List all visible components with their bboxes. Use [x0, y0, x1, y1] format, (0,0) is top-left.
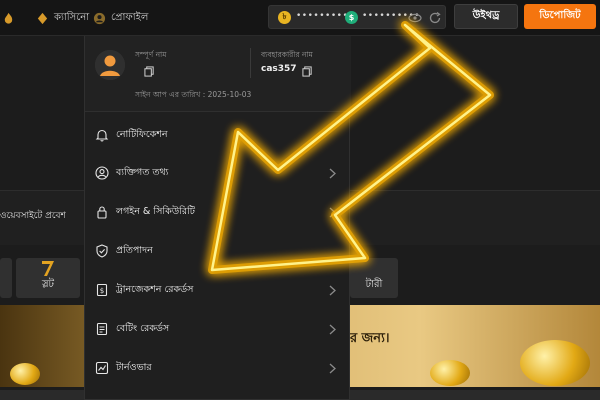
menu-label-verification: প্রতিপাদন [116, 244, 153, 256]
flame-icon [4, 12, 13, 24]
menu-label-personal-info: ব্যক্তিগত তথ্য [116, 166, 169, 178]
shield-check-icon [96, 244, 108, 258]
nav-item-casino[interactable]: ক্যাসিনো [36, 9, 89, 27]
category-label-slot: স্লট [41, 279, 55, 290]
nav-label-profile: প্রোফাইল [111, 11, 149, 23]
top-navigation-bar: ক্যাসিনো প্রোফাইল ৳ •••••••••• $ •••••••… [0, 0, 600, 36]
profile-icon [93, 12, 106, 24]
menu-item-betting-records[interactable]: বেটিং রেকর্ডস [85, 310, 351, 348]
copy-username-icon[interactable] [302, 66, 313, 77]
nav-item-profile[interactable]: প্রোফাইল [93, 9, 148, 27]
category-card-slot[interactable]: স্লট [16, 258, 80, 298]
wallet-balance-box: ৳ •••••••••• $ •••••••••• [268, 5, 446, 29]
transaction-icon: $ [96, 283, 108, 297]
refresh-icon[interactable] [428, 11, 442, 25]
menu-label-notifications: নোটিফিকেশন [116, 128, 168, 140]
username-value: cas357 [261, 64, 297, 74]
category-card-partial[interactable] [0, 258, 12, 298]
fullname-label: সম্পূর্ণ নাম [135, 50, 167, 59]
chevron-right-icon [329, 324, 336, 334]
marquee-text: ওয়েবসাইটে প্রবেশ [0, 211, 66, 221]
deposit-button[interactable]: ডিপোজিট [524, 4, 596, 29]
menu-item-login-security[interactable]: লগইন & সিকিউরিটি [85, 193, 351, 231]
avatar-user-icon [95, 50, 125, 80]
bell-icon [95, 129, 109, 142]
copy-icon[interactable] [144, 66, 155, 77]
eye-icon[interactable] [408, 11, 422, 25]
treasure-chest-image [520, 340, 590, 386]
nav-label-casino: ক্যাসিনো [54, 11, 90, 23]
menu-label-turnover: টার্নওভার [116, 361, 152, 373]
profile-header: সম্পূর্ণ নাম ব্যবহারকারীর নাম cas357 সাই… [85, 36, 351, 112]
coin-pile-mid [430, 360, 470, 386]
menu-item-notifications[interactable]: নোটিফিকেশন [85, 116, 351, 154]
menu-item-personal-info[interactable]: ব্যক্তিগত তথ্য [85, 154, 351, 192]
avatar [95, 50, 125, 80]
menu-label-login-security: লগইন & সিকিউরিটি [116, 205, 195, 217]
profile-dropdown: সম্পূর্ণ নাম ব্যবহারকারীর নাম cas357 সাই… [84, 36, 351, 400]
chevron-right-icon [329, 363, 336, 373]
spade-icon [37, 12, 48, 24]
withdraw-button[interactable]: উইথড্র [454, 4, 518, 29]
coin-icon: ৳ [278, 11, 291, 24]
category-card-lottery[interactable]: টারী [350, 258, 398, 298]
svg-text:$: $ [100, 287, 104, 295]
banner-text: র জন্য। [350, 331, 390, 346]
chevron-right-icon [329, 207, 336, 217]
bonus-coin-icon: $ [345, 11, 358, 24]
lock-icon [97, 206, 107, 219]
slot-seven-icon [42, 261, 54, 276]
turnover-icon [95, 361, 109, 375]
menu-label-betting-records: বেটিং রেকর্ডস [116, 322, 170, 334]
ticket-icon [96, 322, 108, 336]
user-circle-icon [95, 166, 109, 180]
menu-label-transaction-records: ট্রানজেকশন রেকর্ডস [116, 283, 194, 295]
username-label: ব্যবহারকারীর নাম [261, 50, 313, 59]
profile-divider [250, 48, 251, 78]
signup-label: সাইন আপ এর তারিখ [135, 90, 201, 99]
signup-date-row: সাইন আপ এর তারিখ : 2025-10-03 [135, 90, 252, 99]
nav-item-hot[interactable] [2, 9, 20, 27]
coin-pile-left [10, 363, 40, 385]
menu-item-turnover[interactable]: টার্নওভার [85, 349, 351, 387]
menu-item-verification[interactable]: প্রতিপাদন [85, 232, 351, 270]
menu-item-transaction-records[interactable]: $ ট্রানজেকশন রেকর্ডস [85, 271, 351, 309]
signup-date: 2025-10-03 [207, 90, 252, 99]
chevron-right-icon [329, 285, 336, 295]
category-label-lottery: টারী [365, 279, 383, 290]
chevron-right-icon [329, 168, 336, 178]
